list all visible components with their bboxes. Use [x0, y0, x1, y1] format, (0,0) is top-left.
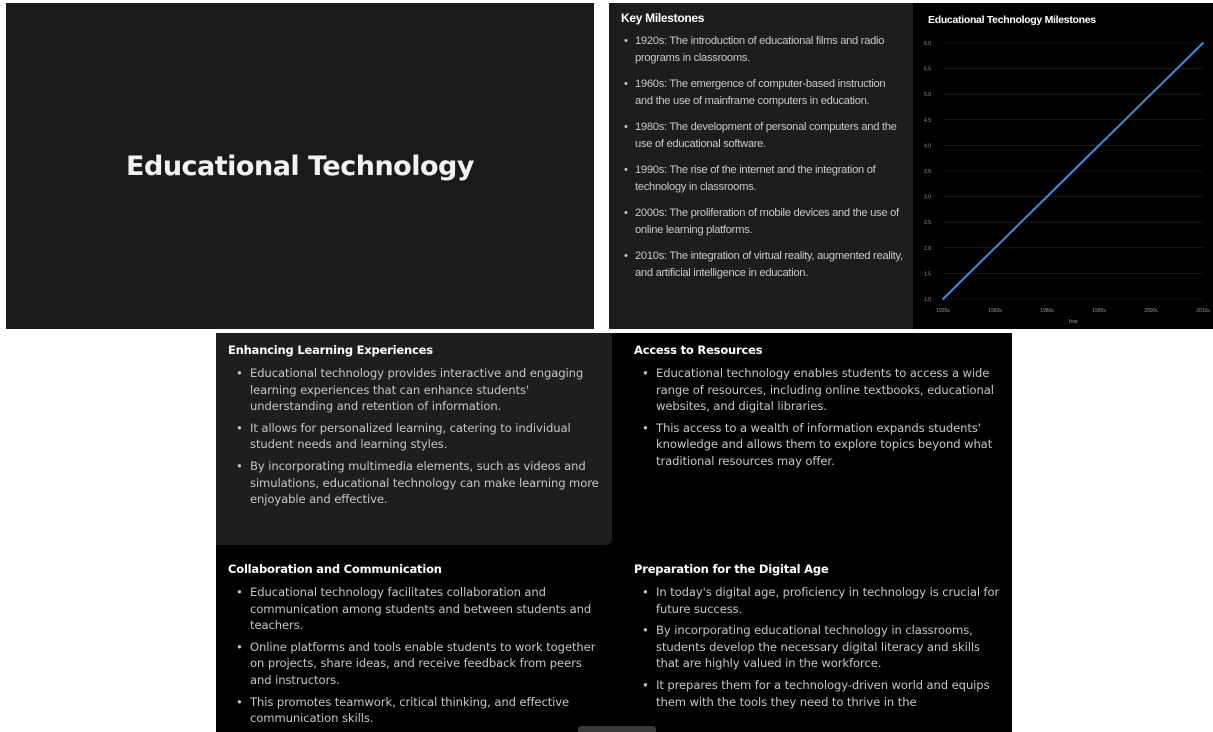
enhancing-section: Enhancing Learning Experiences Education…: [216, 333, 612, 545]
y-tick-label: 2.5: [924, 220, 931, 226]
y-tick-label: 5.0: [924, 92, 931, 98]
milestone-item: 1980s: The development of personal compu…: [621, 119, 903, 153]
milestones-list: 1920s: The introduction of educational f…: [621, 33, 903, 282]
milestone-item: 1990s: The rise of the internet and the …: [621, 162, 903, 196]
y-tick-label: 4.0: [924, 143, 931, 149]
y-tick-label: 6.0: [924, 41, 931, 47]
y-tick-label: 3.5: [924, 169, 931, 175]
data-point: [1150, 93, 1152, 96]
collaboration-section: Collaboration and Communication Educatio…: [216, 552, 612, 732]
bullet-item: Educational technology enables students …: [634, 365, 1000, 415]
bullet-list: Educational technology provides interact…: [228, 365, 600, 508]
x-tick-label: 2010s: [1196, 308, 1210, 314]
bullet-item: Educational technology provides interact…: [228, 365, 600, 415]
x-tick-label: 2000s: [1144, 308, 1158, 314]
bullet-item: It prepares them for a technology-driven…: [634, 677, 1000, 710]
milestone-item: 2010s: The integration of virtual realit…: [621, 248, 903, 282]
milestones-heading: Key Milestones: [621, 11, 705, 25]
section-heading: Access to Resources: [634, 343, 763, 357]
y-tick-label: 2.0: [924, 246, 931, 252]
y-tick-label: 5.5: [924, 67, 931, 73]
y-tick-label: 3.0: [924, 195, 931, 201]
title-slide: Educational Technology: [6, 3, 594, 329]
preparation-section: Preparation for the Digital Age In today…: [622, 552, 1012, 732]
benefits-slide: Enhancing Learning Experiences Education…: [216, 333, 1012, 732]
x-axis-label: Year: [1068, 319, 1078, 325]
y-tick-label: 1.5: [924, 271, 931, 277]
y-tick-label: 1.0: [924, 297, 931, 303]
section-heading: Preparation for the Digital Age: [634, 562, 829, 576]
x-tick-label: 1960s: [988, 308, 1002, 314]
bullet-item: This promotes teamwork, critical thinkin…: [228, 694, 600, 727]
y-tick-label: 4.5: [924, 118, 931, 124]
scroll-indicator[interactable]: [578, 726, 656, 732]
data-point: [1098, 144, 1100, 147]
section-heading: Enhancing Learning Experiences: [228, 343, 433, 357]
bullet-item: This access to a wealth of information e…: [634, 420, 1000, 470]
bullet-item: In today's digital age, proficiency in t…: [634, 584, 1000, 617]
access-section: Access to Resources Educational technolo…: [622, 333, 1012, 545]
x-tick-label: 1980s: [1040, 308, 1054, 314]
data-point: [1202, 42, 1204, 44]
slide-title: Educational Technology: [126, 150, 474, 182]
milestone-item: 1960s: The emergence of computer-based i…: [621, 76, 903, 110]
x-tick-label: 1990s: [1092, 308, 1106, 314]
section-heading: Collaboration and Communication: [228, 562, 442, 576]
milestones-slide: Key Milestones 1920s: The introduction o…: [609, 3, 1213, 329]
bullet-list: In today's digital age, proficiency in t…: [634, 584, 1000, 710]
bullet-item: Educational technology facilitates colla…: [228, 584, 600, 634]
chart-area: Educational Technology Milestones 1.0 1.5…: [913, 3, 1213, 329]
data-point: [994, 246, 996, 249]
bullet-item: It allows for personalized learning, cat…: [228, 420, 600, 453]
data-point: [942, 298, 944, 300]
milestone-item: 1920s: The introduction of educational f…: [621, 33, 903, 67]
data-point: [1046, 195, 1048, 198]
bullet-item: By incorporating multimedia elements, su…: [228, 458, 600, 508]
bullet-item: Online platforms and tools enable studen…: [228, 639, 600, 689]
line-chart: 1.0 1.5 2.0 2.5 3.0 3.5 4.0 4.5 5.0 5.5 6.0 1920s 19…: [924, 41, 1210, 325]
bullet-list: Educational technology enables students …: [634, 365, 1000, 470]
x-tick-label: 1920s: [936, 308, 950, 314]
milestones-column: Key Milestones 1920s: The introduction o…: [609, 3, 913, 329]
bullet-item: By incorporating educational technology …: [634, 622, 1000, 672]
milestone-item: 2000s: The proliferation of mobile devic…: [621, 205, 903, 239]
bullet-list: Educational technology facilitates colla…: [228, 584, 600, 727]
